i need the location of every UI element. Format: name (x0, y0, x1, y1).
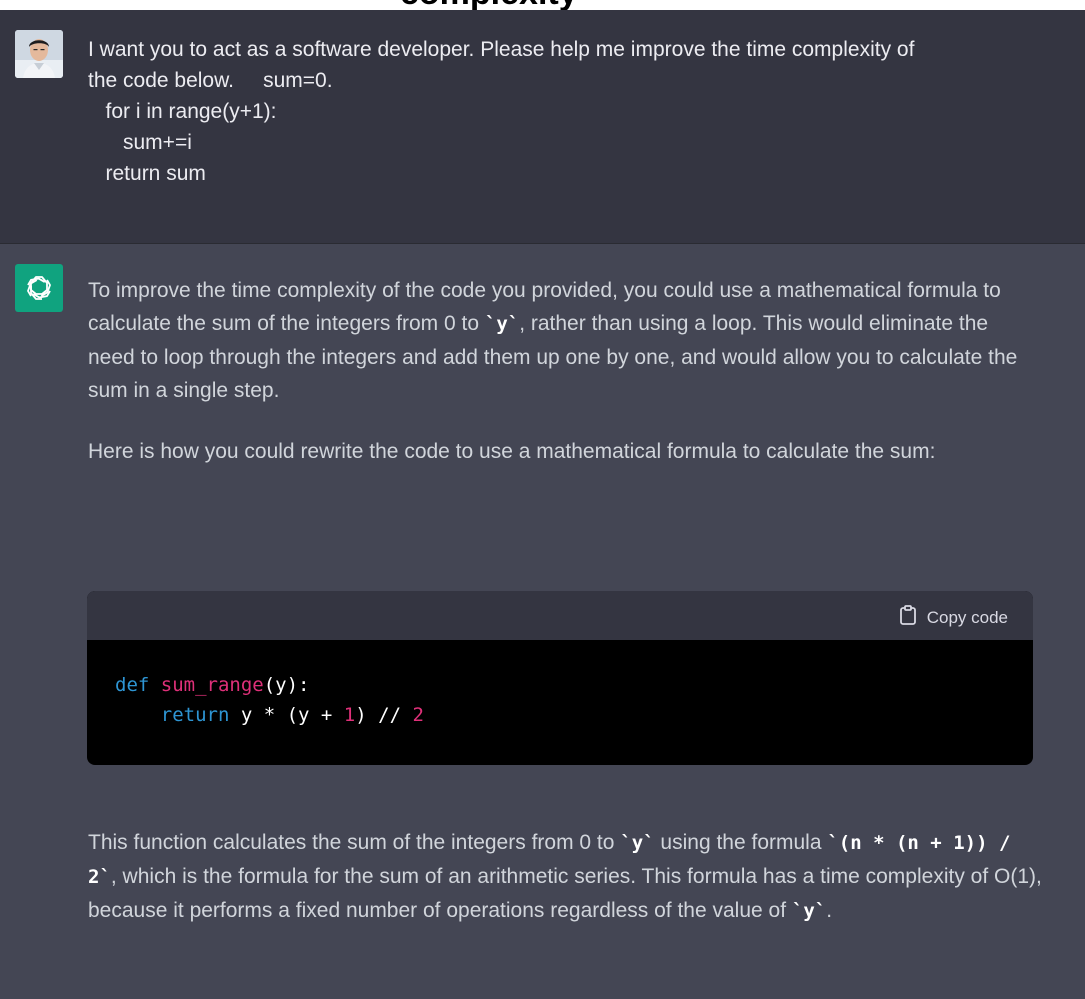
code-line2-b: ) // (355, 704, 413, 726)
assistant-answer: To improve the time complexity of the co… (88, 274, 1038, 468)
code-number-2: 2 (412, 704, 424, 726)
copy-code-label: Copy code (926, 607, 1008, 627)
code-keyword-def: def (115, 674, 150, 696)
code-keyword-return: return (160, 704, 230, 726)
code-body: def sum_range(y): return y * (y + 1) // … (87, 640, 1033, 730)
user-line-4: sum+=i (88, 131, 192, 154)
user-message-text: I want you to act as a software develope… (88, 34, 1083, 189)
inline-code-y-2: `y` (620, 832, 655, 854)
answer-paragraph-2: Here is how you could rewrite the code t… (88, 440, 936, 463)
code-function-name: sum_range (160, 674, 264, 696)
assistant-message-row: To improve the time complexity of the co… (0, 244, 1085, 999)
para3-text-b: using the formula (654, 831, 828, 854)
user-line-2: the code below. sum=0. (88, 69, 333, 92)
clipboard-icon (899, 605, 917, 630)
user-avatar (15, 30, 63, 78)
code-line1-rest: (y): (263, 674, 310, 696)
para3-text-d: . (826, 899, 833, 922)
answer-paragraph-3: This function calculates the sum of the … (88, 826, 1048, 928)
user-line-1: I want you to act as a software develope… (88, 38, 915, 61)
code-number-1: 1 (343, 704, 356, 726)
cropped-heading-text: complexity (400, 0, 578, 10)
answer-paragraph-1: To improve the time complexity of the co… (88, 274, 1038, 407)
para3-text-c: , which is the formula for the sum of an… (88, 865, 1042, 922)
copy-code-button[interactable]: Copy code (899, 605, 1008, 630)
inline-code-y: `y` (484, 313, 520, 335)
user-line-5: return sum (88, 162, 206, 185)
answer-paragraph-3-text: This function calculates the sum of the … (88, 826, 1048, 928)
code-line2-a: y * (y + (229, 704, 344, 726)
code-block: Copy code def sum_range(y): return y * (… (87, 591, 1033, 765)
para3-text-a: This function calculates the sum of the … (88, 831, 621, 854)
user-line-3: for i in range(y+1): (88, 100, 277, 123)
code-block-header: Copy code (87, 591, 1033, 640)
inline-code-y-3: `y` (791, 900, 827, 922)
chatgpt-logo-icon (15, 264, 63, 312)
top-cropped-heading: complexity (0, 0, 1085, 10)
user-message-row: I want you to act as a software develope… (0, 10, 1085, 244)
